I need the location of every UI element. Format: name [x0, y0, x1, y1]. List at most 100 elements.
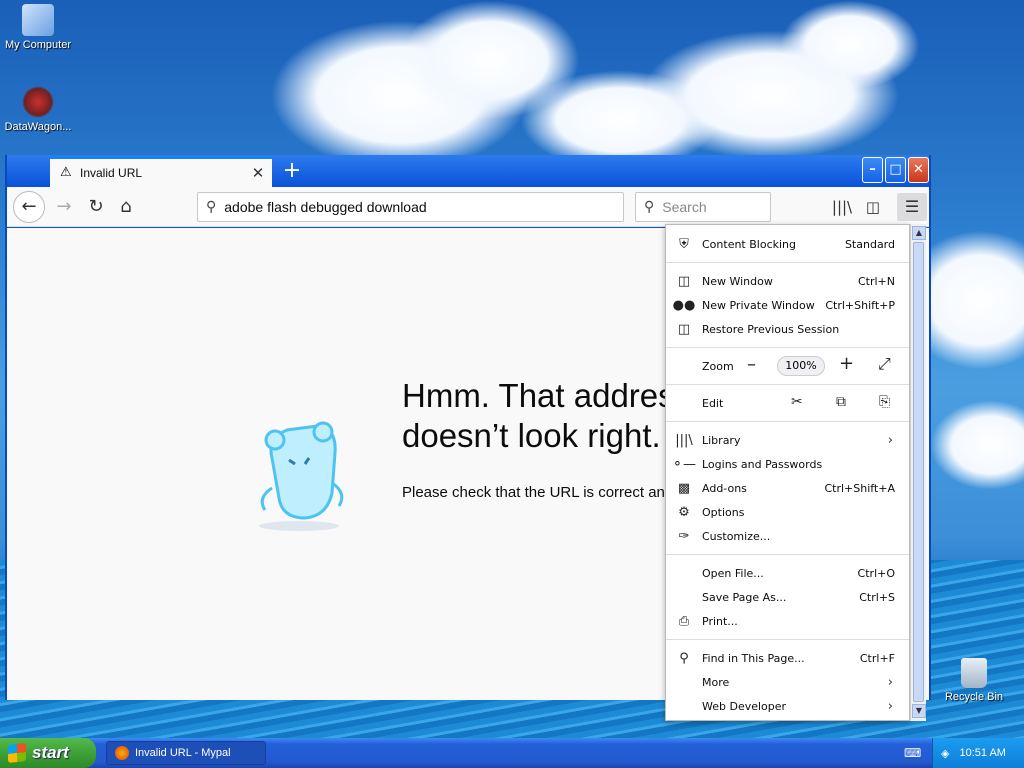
- private-mask-icon: ●●: [672, 297, 696, 313]
- printer-icon: ⎙: [678, 613, 690, 629]
- search-bar[interactable]: ⚲ Search: [635, 192, 771, 222]
- desktop-icon-datawagon[interactable]: DataWagon...: [0, 86, 78, 133]
- cut-icon[interactable]: ✂: [791, 394, 803, 410]
- restore-session-icon: ◫: [677, 321, 691, 337]
- tab-title: Invalid URL: [80, 166, 143, 180]
- menu-item-label: New Window: [702, 274, 773, 288]
- menu-item-label: Print...: [702, 614, 738, 628]
- menu-item-label: Web Developer: [702, 699, 787, 713]
- forward-button[interactable]: →: [49, 193, 79, 221]
- keyboard-icon[interactable]: ⌨: [904, 746, 921, 760]
- library-icon: |||\: [675, 432, 693, 448]
- paste-icon[interactable]: ⎘: [879, 394, 890, 410]
- close-tab-icon[interactable]: ✕: [250, 164, 266, 182]
- error-description: Please check that the URL is correct and: [402, 484, 667, 501]
- tab-invalid-url[interactable]: ⚠ Invalid URL ✕: [50, 157, 272, 187]
- home-button[interactable]: ⌂: [111, 193, 141, 221]
- menu-item-shortcut: Ctrl+Shift+P: [825, 298, 895, 312]
- menu-item-print[interactable]: ⎙ Print...: [666, 609, 909, 633]
- my-computer-icon: [22, 4, 54, 36]
- error-mascot-illustration: [259, 421, 344, 531]
- windows-logo-icon: [8, 743, 26, 763]
- menu-item-web-developer[interactable]: Web Developer ›: [666, 694, 909, 718]
- title-bar: ⚠ Invalid URL ✕ + – □ ✕: [7, 155, 929, 187]
- menu-item-open-file[interactable]: Open File... Ctrl+O: [666, 561, 909, 585]
- menu-item-label: Restore Previous Session: [702, 322, 840, 336]
- menu-item-customize[interactable]: ✑ Customize...: [666, 524, 909, 548]
- content-blocking-value: Standard: [844, 237, 895, 251]
- desktop-icon-recycle-bin[interactable]: Recycle Bin: [934, 658, 1014, 703]
- gear-icon: ⚙: [678, 504, 690, 520]
- library-icon[interactable]: |||\: [827, 193, 857, 221]
- menu-item-find[interactable]: ⚲ Find in This Page... Ctrl+F: [666, 646, 909, 670]
- maximize-button[interactable]: □: [885, 157, 906, 183]
- search-icon: ⚲: [679, 650, 689, 666]
- start-label: start: [32, 743, 69, 762]
- recycle-bin-icon: [961, 658, 987, 688]
- minimize-button[interactable]: –: [862, 157, 883, 183]
- zoom-out-button[interactable]: –: [747, 354, 756, 375]
- url-input[interactable]: adobe flash debugged download: [224, 199, 426, 215]
- close-window-button[interactable]: ✕: [908, 157, 929, 183]
- menu-item-new-window[interactable]: ◫ New Window Ctrl+N: [666, 269, 909, 293]
- system-tray: ◈ 10:51 AM: [932, 738, 1024, 768]
- menu-item-shortcut: Ctrl+F: [859, 651, 895, 665]
- paintbrush-icon: ✑: [678, 528, 690, 544]
- chevron-right-icon: ›: [887, 698, 893, 714]
- menu-item-shortcut: Ctrl+S: [859, 590, 895, 604]
- menu-item-label: Open File...: [702, 566, 764, 580]
- start-button[interactable]: start: [0, 738, 96, 768]
- menu-item-library[interactable]: |||\ Library ›: [666, 428, 909, 452]
- sidebar-icon[interactable]: ◫: [858, 193, 888, 221]
- search-icon: ⚲: [206, 199, 217, 215]
- menu-item-addons[interactable]: ▩ Add-ons Ctrl+Shift+A: [666, 476, 909, 500]
- scroll-down-arrow-icon[interactable]: ▼: [912, 704, 926, 718]
- menu-item-label: Content Blocking: [702, 237, 797, 251]
- clock[interactable]: 10:51 AM: [959, 747, 1005, 759]
- menu-item-label: Logins and Passwords: [702, 457, 823, 471]
- hamburger-menu-button[interactable]: ☰: [897, 193, 927, 221]
- zoom-in-button[interactable]: +: [839, 353, 854, 374]
- back-button[interactable]: ←: [13, 191, 45, 223]
- menu-item-content-blocking[interactable]: ⛨ Content Blocking Standard: [666, 232, 909, 256]
- navigation-toolbar: ← → ↻ ⌂ ⚲ adobe flash debugged download …: [7, 187, 929, 227]
- taskbar-item-label: Invalid URL - Mypal: [135, 747, 231, 759]
- menu-item-shortcut: Ctrl+O: [857, 566, 895, 580]
- scroll-up-arrow-icon[interactable]: ▲: [912, 226, 926, 240]
- error-title-line-2: doesn’t look right.: [402, 417, 661, 454]
- menu-item-edit: Edit: [666, 391, 909, 415]
- scroll-thumb[interactable]: [913, 242, 924, 702]
- menu-item-options[interactable]: ⚙ Options: [666, 500, 909, 524]
- taskbar: start Invalid URL - Mypal ⌨ ◈ 10:51 AM: [0, 738, 1024, 768]
- app-menu-panel: ⛨ Content Blocking Standard ◫ New Window…: [665, 224, 910, 721]
- menu-item-restore-session[interactable]: ◫ Restore Previous Session: [666, 317, 909, 341]
- fullscreen-icon[interactable]: ⤢: [878, 354, 891, 374]
- menu-item-new-private-window[interactable]: ●● New Private Window Ctrl+Shift+P: [666, 293, 909, 317]
- chevron-right-icon: ›: [887, 674, 893, 690]
- warning-icon: ⚠: [60, 165, 72, 180]
- search-icon: ⚲: [644, 199, 655, 215]
- desktop-icon-label: My Computer: [4, 39, 72, 51]
- copy-icon[interactable]: ⧉: [836, 394, 846, 410]
- menu-item-label: Options: [702, 505, 745, 519]
- menu-item-more[interactable]: More ›: [666, 670, 909, 694]
- error-title-line-1: Hmm. That addres: [402, 377, 667, 414]
- network-icon[interactable]: ◈: [941, 747, 949, 760]
- puzzle-icon: ▩: [677, 480, 691, 496]
- menu-item-label: Add-ons: [702, 481, 747, 495]
- desktop-icon-my-computer[interactable]: My Computer: [0, 4, 78, 51]
- datawagon-icon: [22, 86, 54, 118]
- taskbar-item-mypal[interactable]: Invalid URL - Mypal: [106, 741, 266, 765]
- menu-item-logins[interactable]: ⚬— Logins and Passwords: [666, 452, 909, 476]
- desktop-icon-label: Recycle Bin: [944, 691, 1004, 703]
- reload-button[interactable]: ↻: [81, 193, 111, 221]
- zoom-reset-button[interactable]: 100%: [777, 356, 825, 376]
- menu-item-label: New Private Window: [702, 298, 815, 312]
- menu-scrollbar[interactable]: ▲ ▼: [910, 224, 926, 721]
- menu-item-shortcut: Ctrl+Shift+A: [824, 481, 895, 495]
- search-input[interactable]: Search: [662, 199, 706, 215]
- url-bar[interactable]: ⚲ adobe flash debugged download: [197, 192, 624, 222]
- chevron-right-icon: ›: [887, 432, 893, 448]
- new-tab-button[interactable]: +: [279, 157, 305, 185]
- menu-item-save-page[interactable]: Save Page As... Ctrl+S: [666, 585, 909, 609]
